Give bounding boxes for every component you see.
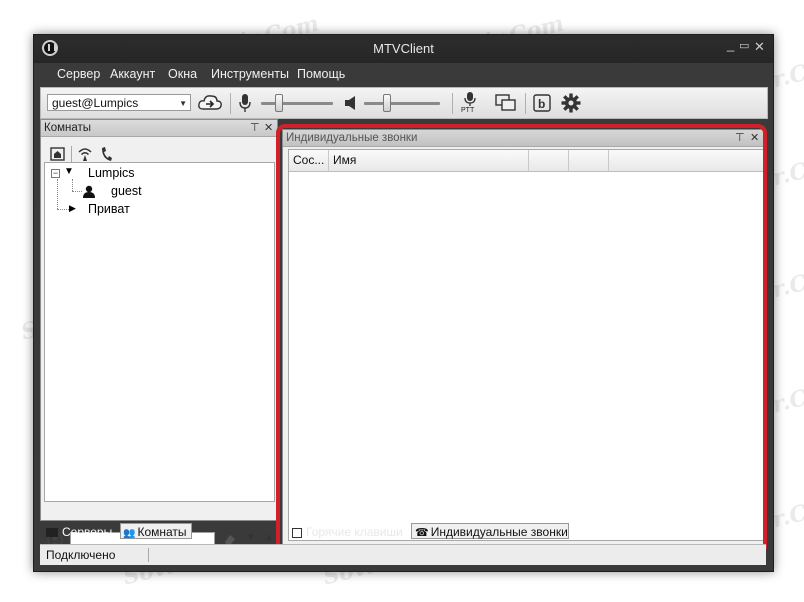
menu-help[interactable]: Помощь: [297, 67, 345, 81]
speaker-icon[interactable]: [344, 95, 358, 111]
tab-servers[interactable]: Серверы: [46, 524, 120, 540]
windows-icon[interactable]: [495, 94, 517, 112]
tree-item-label: Lumpics: [88, 166, 135, 180]
status-bar: Подключено: [40, 544, 766, 565]
filter-dropdown-icon[interactable]: ▼: [246, 532, 256, 543]
toolbar-separator: [452, 93, 453, 114]
cloud-connect-icon[interactable]: [197, 92, 223, 114]
b-icon[interactable]: b: [533, 94, 551, 112]
tree-item-label: guest: [111, 184, 142, 198]
rooms-users-icon: 👥: [123, 528, 136, 539]
svg-text:b: b: [538, 97, 545, 111]
minimize-button[interactable]: _: [727, 38, 734, 52]
microphone-icon[interactable]: [238, 93, 252, 113]
menu-account[interactable]: Аккаунт: [110, 67, 155, 81]
servers-icon: [46, 528, 58, 538]
panel-toolbar-separator: [71, 146, 72, 163]
menu-tools[interactable]: Инструменты: [211, 67, 289, 81]
tab-rooms[interactable]: 👥 Комнаты: [120, 523, 192, 539]
status-separator: [148, 548, 149, 562]
toolbar: guest@Lumpics ▼ PTT b: [40, 87, 768, 119]
menu-bar: Сервер Аккаунт Окна Инструменты Помощь: [34, 63, 773, 85]
menu-server[interactable]: Сервер: [57, 67, 100, 81]
window-title: MTVClient: [373, 41, 434, 56]
tab-hotkeys-label: Горячие клавиши: [306, 525, 403, 539]
tree-connector: [72, 191, 82, 193]
pin-icon[interactable]: ⊤: [250, 120, 260, 136]
tree-connector: [57, 179, 59, 209]
tree-item-private[interactable]: ▶ Приват: [69, 202, 189, 218]
broadcast-icon[interactable]: [77, 146, 93, 162]
tree-connector: [57, 209, 69, 211]
collapsed-arrow-icon[interactable]: ▶: [69, 203, 76, 214]
user-icon: [83, 185, 95, 198]
scroll-up-icon[interactable]: ▲: [264, 532, 274, 543]
account-select-value: guest@Lumpics: [52, 96, 139, 110]
gear-icon[interactable]: [561, 93, 581, 113]
ptt-button[interactable]: PTT: [461, 91, 479, 117]
ptt-microphone-icon: [464, 92, 476, 106]
rooms-panel-header: Комнаты ⊤ ✕: [41, 120, 277, 137]
collapse-toggle-icon[interactable]: −: [51, 169, 60, 178]
phone-icon[interactable]: [99, 146, 113, 162]
mic-slider-track[interactable]: [261, 102, 333, 105]
toolbar-separator: [230, 93, 231, 114]
tab-rooms-label: Комнаты: [137, 525, 187, 539]
volume-slider-track[interactable]: [364, 102, 440, 105]
highlight-frame: [276, 124, 767, 555]
ptt-label: PTT: [461, 107, 475, 114]
handset-icon: ☎: [415, 527, 429, 539]
chevron-down-icon[interactable]: ▼: [179, 95, 187, 112]
status-text: Подключено: [46, 548, 116, 562]
rooms-panel-title: Комнаты: [44, 122, 92, 134]
home-room-icon[interactable]: [50, 146, 66, 162]
rooms-tree: − ▼ Lumpics guest ▶ Приват: [44, 162, 275, 502]
keyboard-icon: [292, 527, 302, 538]
tab-hotkeys[interactable]: Горячие клавиши: [292, 524, 410, 540]
tab-servers-label: Серверы: [62, 525, 113, 539]
volume-slider-thumb[interactable]: [382, 94, 391, 112]
tab-individual-calls-label: Индивидуальные звонки: [430, 525, 568, 539]
tab-individual-calls[interactable]: ☎ Индивидуальные звонки: [411, 523, 569, 539]
tree-item-guest[interactable]: guest: [83, 184, 203, 200]
account-select[interactable]: guest@Lumpics ▼: [47, 94, 191, 111]
mic-slider-thumb[interactable]: [275, 94, 283, 112]
expanded-arrow-icon[interactable]: ▼: [64, 166, 74, 177]
tree-item-lumpics[interactable]: − ▼ Lumpics: [51, 166, 171, 182]
rooms-panel: Комнаты ⊤ ✕ − ▼ Lumpics guest ▶ Приват: [40, 119, 278, 548]
panel-close-icon[interactable]: ✕: [264, 120, 273, 136]
tree-item-label: Приват: [88, 202, 130, 216]
close-button[interactable]: ✕: [754, 40, 765, 54]
title-bar[interactable]: MTVClient _ ▭ ✕: [34, 35, 773, 63]
app-window: MTVClient _ ▭ ✕ Сервер Аккаунт Окна Инст…: [33, 34, 774, 572]
menu-windows[interactable]: Окна: [168, 67, 197, 81]
toolbar-separator: [525, 93, 526, 114]
maximize-button[interactable]: ▭: [739, 39, 749, 53]
